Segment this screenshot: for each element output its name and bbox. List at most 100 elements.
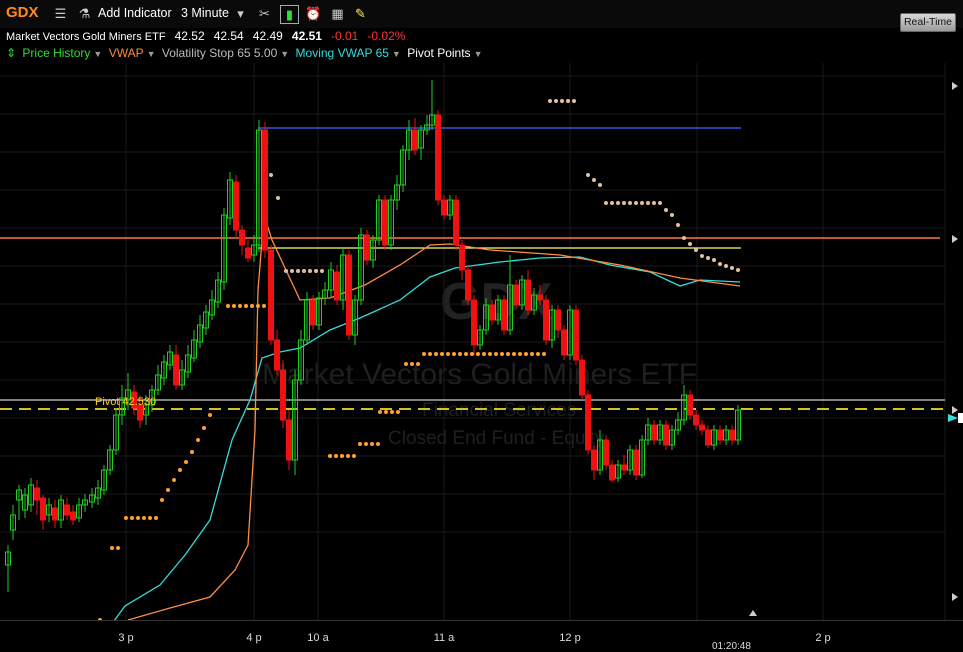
interval-select[interactable]: 3 Minute — [181, 6, 229, 20]
candle-body — [70, 511, 76, 521]
vstop-dot — [628, 201, 632, 205]
candle-body — [525, 279, 531, 311]
vstop-dot — [542, 352, 546, 356]
indicator-lines — [0, 127, 945, 620]
vstop-dot — [646, 201, 650, 205]
price-chart[interactable] — [0, 63, 963, 620]
legend-pivot-points[interactable]: Pivot Points — [407, 46, 470, 60]
add-indicator-icon[interactable]: ⚗ — [76, 5, 93, 22]
vstop-dot — [364, 442, 368, 446]
candle-body — [603, 439, 609, 466]
scroll-arrow-icon — [952, 82, 958, 90]
vstop-dot — [384, 410, 388, 414]
chevron-down-icon[interactable]: ▾ — [232, 5, 249, 22]
vstop-dot — [440, 352, 444, 356]
vstop-dot — [296, 269, 300, 273]
vstop-dot — [610, 201, 614, 205]
candle-body — [334, 271, 340, 301]
vstop-dot — [518, 352, 522, 356]
candle-body — [561, 329, 567, 356]
candle-body — [280, 369, 286, 421]
vstop-dot — [232, 304, 236, 308]
candle-body — [173, 354, 179, 386]
vstop-dot — [592, 178, 596, 182]
vstop-dot — [166, 488, 170, 492]
vstop-dot — [190, 450, 194, 454]
scroll-arrow-icon — [952, 235, 958, 243]
vstop-dot — [670, 213, 674, 217]
vstop-dot — [506, 352, 510, 356]
vstop-dot — [378, 410, 382, 414]
tools-icon[interactable]: ✂ — [256, 5, 273, 22]
vstop-dot — [616, 201, 620, 205]
candle-body — [233, 181, 239, 231]
candle-body — [364, 234, 370, 261]
candle-body — [262, 129, 268, 251]
vstop-dot — [178, 468, 182, 472]
chevron-down-icon[interactable]: ▼ — [474, 49, 483, 59]
realtime-button[interactable]: Real-Time — [900, 13, 956, 32]
vstop-dot — [340, 454, 344, 458]
symbol-input[interactable]: GDX — [6, 4, 39, 21]
price-scale-markers — [749, 82, 963, 616]
candle-body — [268, 249, 274, 341]
alarm-clock-icon[interactable]: ⏰ — [305, 5, 322, 22]
vstop-dot — [700, 254, 704, 258]
chevron-down-icon[interactable]: ▼ — [93, 49, 102, 59]
legend-vwap[interactable]: VWAP — [109, 46, 144, 60]
time-axis[interactable]: 3 p 4 p 10 a 11 a 12 p 2 p 01:20:48 — [0, 620, 963, 652]
vstop-dot — [396, 410, 400, 414]
vstop-dot — [688, 242, 692, 246]
vstop-dot — [604, 201, 608, 205]
vstop-dot — [250, 304, 254, 308]
vstop-dot — [470, 352, 474, 356]
vstop-dot — [434, 352, 438, 356]
vstop-dot — [416, 362, 420, 366]
chevron-down-icon[interactable]: ▼ — [392, 49, 401, 59]
vstop-dot — [464, 352, 468, 356]
legend-price-history[interactable]: Price History — [22, 46, 90, 60]
add-indicator-button[interactable]: Add Indicator — [98, 6, 172, 20]
chevron-down-icon[interactable]: ▼ — [280, 49, 289, 59]
vstop-dot — [262, 304, 266, 308]
vstop-dot — [566, 99, 570, 103]
vstop-dot — [536, 352, 540, 356]
last-value: 42.51 — [291, 29, 322, 43]
calculator-icon[interactable]: ▦ — [329, 5, 346, 22]
vstop-dot — [560, 99, 564, 103]
high-value: 42.54 — [213, 29, 244, 43]
scroll-arrow-icon — [749, 610, 757, 616]
vstop-dot — [370, 442, 374, 446]
vstop-dot — [598, 183, 602, 187]
vstop-dot — [346, 454, 350, 458]
candle-body — [346, 254, 352, 336]
candle-body — [274, 339, 280, 371]
expand-icon[interactable]: ⇕ — [6, 46, 16, 60]
candle-body — [412, 129, 418, 151]
candle-body — [453, 199, 459, 246]
note-icon[interactable]: ✎ — [352, 5, 369, 22]
chart-type-icon[interactable]: ▮ — [280, 5, 299, 24]
candle-body — [34, 487, 40, 501]
price-marker — [948, 414, 958, 422]
vstop-dot — [500, 352, 504, 356]
x-tick: 2 p — [815, 632, 831, 644]
vstop-dot — [736, 268, 740, 272]
vstop-dot — [276, 196, 280, 200]
vstop-dot — [196, 438, 200, 442]
vstop-dot — [284, 269, 288, 273]
vstop-dot — [712, 258, 716, 262]
chevron-down-icon[interactable]: ▼ — [147, 49, 156, 59]
vstop-dot — [664, 208, 668, 212]
vstop-dot — [530, 352, 534, 356]
legend-moving-vwap[interactable]: Moving VWAP 65 — [296, 46, 389, 60]
vstop-dot — [452, 352, 456, 356]
vstop-dot — [226, 304, 230, 308]
quote-line: Market Vectors Gold Miners ETF 42.52 42.… — [6, 29, 411, 43]
list-icon[interactable]: ☰ — [52, 5, 69, 22]
vstop-dot — [718, 262, 722, 266]
vstop-dot — [130, 516, 134, 520]
candle-body — [687, 394, 693, 416]
vstop-dot — [512, 352, 516, 356]
legend-volatility-stop[interactable]: Volatility Stop 65 5.00 — [162, 46, 277, 60]
